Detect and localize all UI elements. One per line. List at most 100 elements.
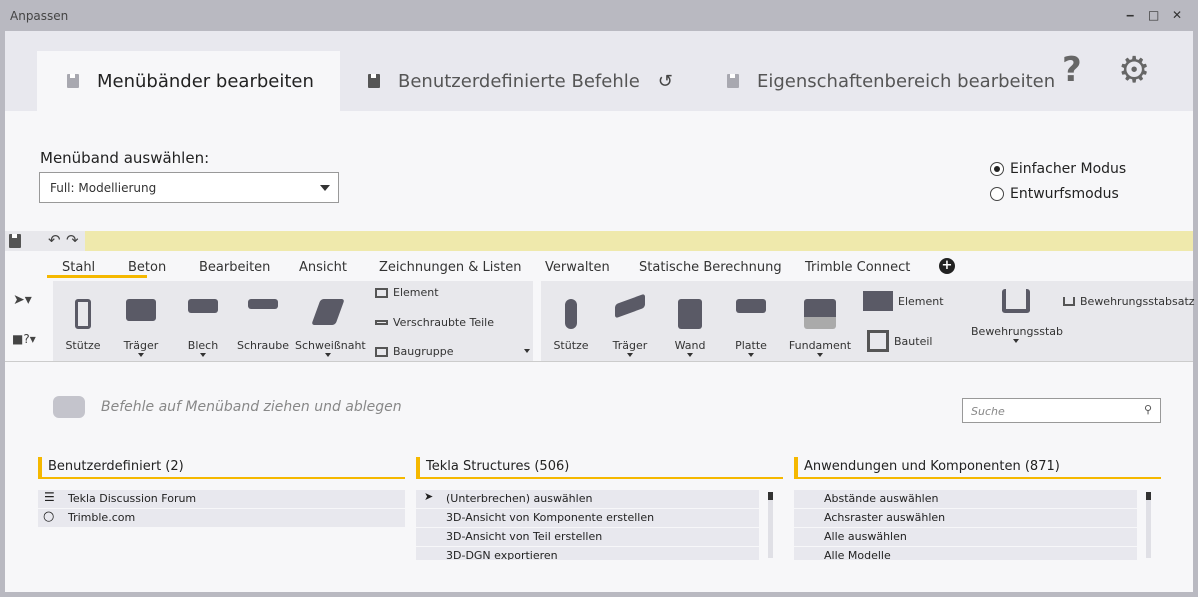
bolted-parts-button[interactable]: Verschraubte Teile bbox=[375, 316, 494, 329]
add-tab-icon[interactable]: + bbox=[939, 258, 955, 274]
ribbon-tab-statik[interactable]: Statische Berechnung bbox=[639, 260, 782, 275]
rebar-button[interactable]: Bewehrungsstab bbox=[971, 289, 1063, 343]
button-label: Element bbox=[393, 286, 439, 299]
radio-icon bbox=[990, 187, 1004, 201]
scrollbar-thumb[interactable] bbox=[1146, 492, 1151, 500]
button-label: Platte bbox=[735, 339, 767, 352]
assembly-button[interactable]: Baugruppe bbox=[375, 345, 453, 358]
search-icon: ⚲ bbox=[1143, 403, 1152, 416]
scrollbar[interactable] bbox=[768, 492, 773, 558]
list-item[interactable]: Alle auswählen bbox=[794, 528, 1137, 546]
wall-button[interactable]: Wand bbox=[660, 299, 720, 357]
tab-label: Benutzerdefinierte Befehle bbox=[398, 70, 640, 92]
undo-icon[interactable]: ↶ bbox=[48, 231, 61, 249]
item-label: Tekla Discussion Forum bbox=[68, 492, 197, 505]
assembly-icon bbox=[375, 346, 388, 357]
tab-eigenschaften[interactable]: Eigenschaftenbereich bearbeiten bbox=[727, 51, 1055, 111]
concrete-element-button[interactable]: Element bbox=[863, 291, 944, 311]
scrollbar-thumb[interactable] bbox=[768, 492, 773, 500]
quick-access-toolbar bbox=[5, 231, 1193, 251]
tab-menubaender[interactable]: Menübänder bearbeiten bbox=[37, 51, 340, 111]
list-item[interactable]: Achsraster auswählen bbox=[794, 509, 1137, 527]
ribbon-tab-stahl[interactable]: Stahl bbox=[62, 260, 95, 275]
save-icon bbox=[368, 74, 380, 88]
item-label: 3D-Ansicht von Teil erstellen bbox=[446, 530, 603, 543]
steel-element-button[interactable]: Element bbox=[375, 286, 439, 299]
list-item[interactable]: ○ Trimble.com bbox=[38, 509, 405, 527]
speech-bubble-icon bbox=[53, 396, 85, 418]
pour-unit-button[interactable]: Bauteil bbox=[867, 330, 932, 352]
help-icon[interactable]: ? bbox=[1062, 50, 1082, 90]
radio-simple-mode[interactable]: Einfacher Modus bbox=[990, 161, 1126, 177]
item-label: Abstände auswählen bbox=[824, 492, 939, 505]
list-item[interactable]: Abstände auswählen bbox=[794, 490, 1137, 508]
footing-icon bbox=[804, 299, 836, 329]
button-label: Träger bbox=[123, 339, 159, 352]
title-bar bbox=[0, 0, 1198, 31]
ribbon-tab-trimble[interactable]: Trimble Connect bbox=[805, 260, 910, 275]
bolt-button[interactable]: Schraube bbox=[233, 299, 293, 352]
ribbon-select-label: Menüband auswählen: bbox=[40, 149, 210, 167]
ribbon-tab-beton[interactable]: Beton bbox=[128, 260, 166, 275]
plate-button[interactable]: Blech bbox=[173, 299, 233, 357]
radio-design-mode[interactable]: Entwurfsmodus bbox=[990, 186, 1119, 202]
list-item[interactable]: 3D-Ansicht von Teil erstellen bbox=[416, 528, 759, 546]
ribbon-select[interactable]: Full: Modellierung bbox=[39, 172, 339, 203]
radio-icon bbox=[990, 162, 1004, 176]
search-placeholder: Suche bbox=[971, 405, 1005, 418]
save-icon[interactable] bbox=[9, 234, 21, 248]
concrete-column-button[interactable]: Stütze bbox=[541, 299, 601, 352]
tab-befehle[interactable]: Benutzerdefinierte Befehle ↺ bbox=[368, 51, 673, 111]
steel-beam-button[interactable]: Träger bbox=[111, 299, 171, 357]
list-item[interactable]: 3D-Ansicht von Komponente erstellen bbox=[416, 509, 759, 527]
pointer-icon: ➤ bbox=[424, 490, 434, 503]
maximize-button[interactable]: □ bbox=[1148, 8, 1159, 22]
beam-icon bbox=[615, 293, 645, 319]
tab-label: Eigenschaftenbereich bearbeiten bbox=[757, 70, 1056, 92]
reset-icon[interactable]: ↺ bbox=[658, 71, 673, 92]
steel-group: Stütze Träger Blech Schraube Schweißnaht… bbox=[53, 281, 533, 361]
minimize-button[interactable]: ‒ bbox=[1126, 8, 1134, 22]
slab-button[interactable]: Platte bbox=[721, 299, 781, 357]
select-pointer-icon[interactable]: ➤▾ bbox=[13, 292, 32, 308]
button-label: Bauteil bbox=[894, 334, 933, 348]
group-expand-icon[interactable] bbox=[524, 349, 530, 353]
list-item[interactable]: 3D-DGN exportieren bbox=[416, 547, 759, 560]
item-label: 3D-Ansicht von Komponente erstellen bbox=[446, 511, 655, 524]
ribbon-tab-bearbeiten[interactable]: Bearbeiten bbox=[199, 260, 270, 275]
radio-label: Einfacher Modus bbox=[1010, 161, 1127, 177]
list-item[interactable]: Alle Modelle bbox=[794, 547, 1137, 560]
ribbon-tab-zeichnungen[interactable]: Zeichnungen & Listen bbox=[379, 260, 521, 275]
weld-button[interactable]: Schweißnaht bbox=[295, 299, 366, 357]
query-icon[interactable]: ■?▾ bbox=[12, 332, 36, 346]
steel-column-button[interactable]: Stütze bbox=[53, 299, 113, 352]
element-icon bbox=[375, 287, 388, 298]
bolt-icon bbox=[248, 299, 278, 309]
ribbon-tab-ansicht[interactable]: Ansicht bbox=[299, 260, 347, 275]
ribbon-tab-verwalten[interactable]: Verwalten bbox=[545, 260, 610, 275]
chevron-down-icon bbox=[320, 185, 330, 191]
concrete-beam-button[interactable]: Träger bbox=[600, 293, 660, 357]
redo-icon[interactable]: ↷ bbox=[66, 231, 79, 249]
close-button[interactable]: ✕ bbox=[1172, 8, 1182, 22]
list-icon: ☰ bbox=[44, 490, 55, 504]
bolted-parts-icon bbox=[375, 320, 388, 325]
button-label: Baugruppe bbox=[393, 345, 454, 358]
wall-icon bbox=[678, 299, 702, 329]
settings-icon[interactable]: ⚙ bbox=[1118, 50, 1150, 91]
footing-button[interactable]: Fundament bbox=[785, 299, 855, 357]
button-label: Verschraubte Teile bbox=[393, 316, 495, 329]
button-label: Träger bbox=[612, 339, 648, 352]
list-item[interactable]: ☰ Tekla Discussion Forum bbox=[38, 490, 405, 508]
list-item[interactable]: ➤ (Unterbrechen) auswählen bbox=[416, 490, 759, 508]
rebar-set-button[interactable]: Bewehrungsstabsatz bbox=[1063, 295, 1195, 308]
drag-hint: Befehle auf Menüband ziehen und ablegen bbox=[101, 399, 402, 415]
scrollbar[interactable] bbox=[1146, 492, 1151, 558]
section-tekla: Tekla Structures (506) bbox=[416, 457, 783, 479]
weld-icon bbox=[311, 299, 345, 325]
search-input[interactable]: Suche ⚲ bbox=[962, 398, 1161, 423]
concrete-group: Stütze Träger Wand Platte Fundament Elem… bbox=[541, 281, 1195, 361]
button-label: Schraube bbox=[237, 339, 289, 352]
pour-unit-icon bbox=[867, 330, 889, 352]
radio-label: Entwurfsmodus bbox=[1010, 186, 1119, 202]
